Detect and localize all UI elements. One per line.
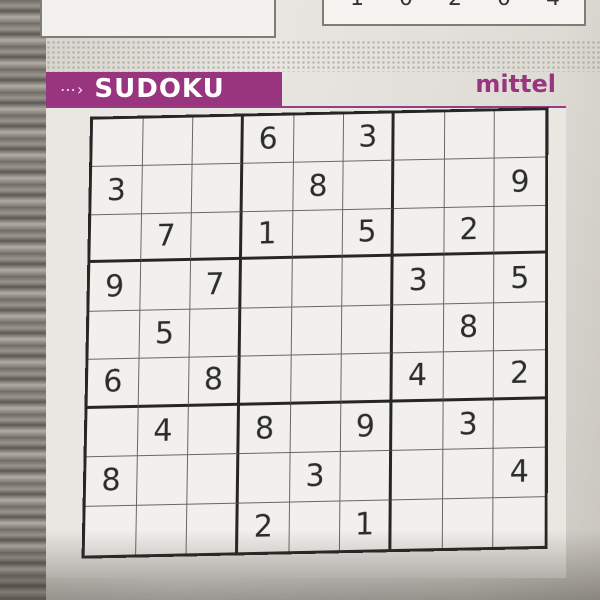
puzzle-title: SUDOKU: [94, 74, 224, 104]
empty-cell: [294, 114, 345, 163]
previous-puzzle-box: [40, 0, 276, 38]
empty-cell: [443, 449, 494, 499]
empty-cell: [494, 302, 545, 351]
given-number-cell: 2: [494, 350, 545, 400]
empty-cell: [137, 455, 189, 505]
empty-cell: [290, 403, 341, 453]
empty-cell: [291, 355, 342, 405]
empty-cell: [92, 119, 143, 168]
sudoku-grid-wrapper: 6338971529735586842489383421: [82, 107, 547, 556]
empty-cell: [495, 206, 546, 255]
given-number-cell: 3: [290, 452, 341, 502]
given-number-cell: 8: [293, 162, 344, 211]
empty-cell: [140, 261, 191, 310]
empty-cell: [142, 118, 193, 167]
given-number-cell: 3: [344, 113, 395, 162]
empty-cell: [240, 356, 291, 406]
empty-cell: [188, 405, 240, 455]
empty-cell: [341, 451, 392, 501]
empty-cell: [392, 401, 443, 451]
empty-cell: [393, 304, 444, 353]
empty-cell: [190, 308, 241, 357]
given-number-cell: 5: [494, 254, 545, 303]
empty-cell: [394, 160, 445, 209]
given-number-cell: 8: [189, 357, 240, 407]
given-number-cell: 7: [191, 260, 242, 309]
empty-cell: [392, 450, 443, 500]
given-number-cell: 6: [243, 115, 294, 164]
empty-cell: [193, 116, 244, 165]
empty-cell: [291, 306, 342, 355]
given-number-cell: 8: [86, 456, 138, 506]
empty-cell: [241, 259, 292, 308]
empty-cell: [445, 111, 496, 160]
empty-cell: [243, 163, 294, 212]
empty-cell: [188, 454, 240, 504]
empty-cell: [88, 310, 140, 360]
empty-cell: [138, 358, 190, 408]
empty-cell: [191, 212, 242, 261]
top-digit: 4: [546, 0, 560, 11]
given-number-cell: 9: [495, 158, 546, 207]
top-digit: 0: [399, 0, 413, 11]
empty-cell: [239, 453, 291, 503]
given-number-cell: 3: [393, 256, 444, 305]
empty-cell: [142, 165, 193, 214]
top-digit: 1: [350, 0, 364, 11]
halftone-band: [46, 40, 600, 72]
empty-cell: [494, 399, 545, 449]
top-digit: 2: [448, 0, 462, 11]
empty-cell: [292, 258, 343, 307]
sudoku-header: ⋯› SUDOKU mittel: [46, 72, 566, 108]
given-number-cell: 2: [444, 207, 495, 256]
empty-cell: [241, 307, 292, 356]
bottom-shadow: [0, 530, 600, 600]
empty-cell: [444, 255, 495, 304]
given-number-cell: 3: [443, 400, 494, 450]
given-number-cell: 9: [89, 262, 140, 311]
given-number-cell: 8: [239, 404, 290, 454]
empty-cell: [192, 164, 243, 213]
newspaper-photo: 1 0 2 0 4 ⋯› SUDOKU mittel 6338971529735…: [0, 0, 600, 600]
difficulty-label: mittel: [475, 70, 556, 98]
empty-cell: [443, 351, 494, 401]
given-number-cell: 4: [494, 448, 545, 498]
given-number-cell: 4: [392, 353, 443, 403]
given-number-cell: 3: [91, 166, 142, 215]
empty-cell: [342, 305, 393, 354]
given-number-cell: 5: [343, 209, 394, 258]
empty-cell: [87, 408, 139, 458]
given-number-cell: 9: [341, 402, 392, 452]
empty-cell: [394, 112, 445, 161]
empty-cell: [394, 208, 445, 257]
previous-puzzle-digits: 1 0 2 0 4: [350, 0, 560, 11]
empty-cell: [342, 354, 393, 404]
empty-cell: [343, 161, 394, 210]
left-edge-blur: [0, 0, 46, 600]
title-block: ⋯› SUDOKU: [46, 72, 282, 106]
empty-cell: [495, 110, 545, 159]
given-number-cell: 1: [242, 211, 293, 260]
given-number-cell: 5: [139, 309, 190, 359]
arrow-icon: ⋯›: [60, 80, 84, 99]
given-number-cell: 4: [137, 406, 189, 456]
empty-cell: [343, 257, 394, 306]
given-number-cell: 7: [141, 213, 192, 262]
top-digit: 0: [497, 0, 511, 11]
empty-cell: [444, 159, 495, 208]
empty-cell: [292, 210, 343, 259]
empty-cell: [90, 214, 141, 263]
given-number-cell: 8: [444, 303, 495, 352]
sudoku-grid: 6338971529735586842489383421: [82, 107, 549, 558]
given-number-cell: 6: [87, 359, 139, 409]
